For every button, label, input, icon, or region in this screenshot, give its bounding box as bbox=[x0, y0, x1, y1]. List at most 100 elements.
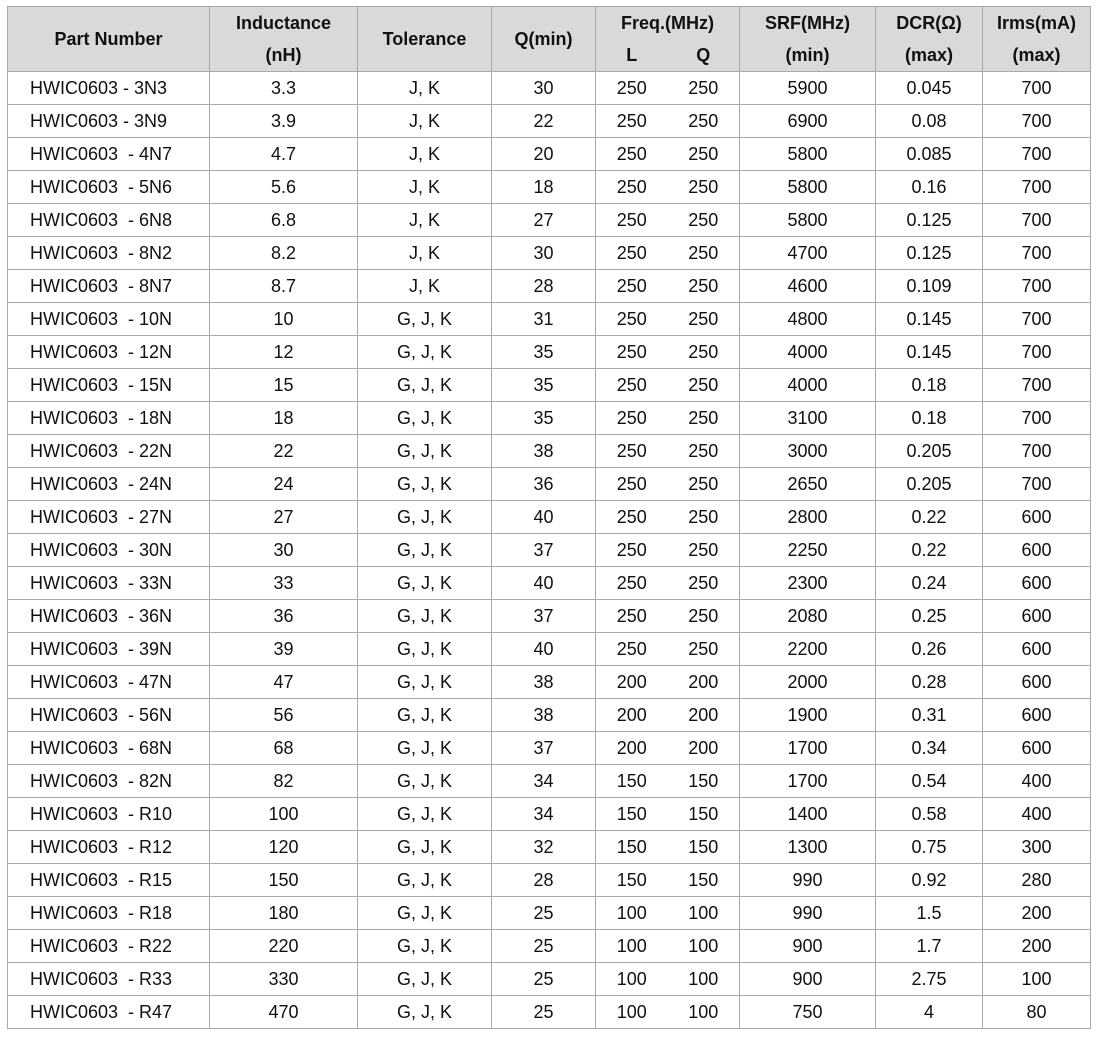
cell-freq-q: 250 bbox=[667, 500, 740, 534]
cell-freq-q: 250 bbox=[667, 137, 740, 171]
cell-tolerance: G, J, K bbox=[357, 302, 492, 336]
cell-srf: 2650 bbox=[739, 467, 876, 501]
cell-tolerance: G, J, K bbox=[357, 797, 492, 831]
cell-irms: 200 bbox=[982, 896, 1091, 930]
cell-freq-l: 250 bbox=[595, 203, 668, 237]
cell-q-min: 34 bbox=[491, 797, 596, 831]
cell-q-min: 25 bbox=[491, 962, 596, 996]
cell-irms: 700 bbox=[982, 335, 1091, 369]
cell-tolerance: J, K bbox=[357, 170, 492, 204]
cell-q-min: 20 bbox=[491, 137, 596, 171]
cell-freq-q: 250 bbox=[667, 170, 740, 204]
table-row: HWIC0603 - 6N8 6.8 J, K 27 250 250 5800 0.125 70… bbox=[7, 203, 1091, 237]
cell-srf: 2250 bbox=[739, 533, 876, 567]
cell-dcr: 0.28 bbox=[875, 665, 983, 699]
cell-dcr: 0.125 bbox=[875, 236, 983, 270]
cell-tolerance: J, K bbox=[357, 269, 492, 303]
cell-srf: 5800 bbox=[739, 203, 876, 237]
table-header: Part Number Inductance Tolerance Q(min) … bbox=[7, 6, 1091, 72]
table-row: HWIC0603 - 22N 22 G, J, K 38 250 250 3000 0.205… bbox=[7, 434, 1091, 468]
cell-dcr: 0.08 bbox=[875, 104, 983, 138]
cell-tolerance: G, J, K bbox=[357, 698, 492, 732]
cell-tolerance: G, J, K bbox=[357, 566, 492, 600]
cell-irms: 80 bbox=[982, 995, 1091, 1029]
cell-part-number: HWIC0603 - 5N6 bbox=[7, 170, 210, 204]
cell-inductance: 33 bbox=[209, 566, 358, 600]
table-row: HWIC0603 - 18N 18 G, J, K 35 250 250 3100 0.18 7… bbox=[7, 401, 1091, 435]
cell-part-number: HWIC0603 - R33 bbox=[7, 962, 210, 996]
cell-dcr: 0.92 bbox=[875, 863, 983, 897]
cell-freq-l: 150 bbox=[595, 764, 668, 798]
cell-q-min: 38 bbox=[491, 434, 596, 468]
cell-srf: 5800 bbox=[739, 137, 876, 171]
cell-part-number: HWIC0603 - 33N bbox=[7, 566, 210, 600]
cell-part-number: HWIC0603 - 22N bbox=[7, 434, 210, 468]
table-row: HWIC0603 - 56N 56 G, J, K 38 200 200 1900 0.31 6… bbox=[7, 698, 1091, 732]
cell-irms: 700 bbox=[982, 401, 1091, 435]
cell-freq-q: 250 bbox=[667, 302, 740, 336]
cell-q-min: 34 bbox=[491, 764, 596, 798]
cell-irms: 100 bbox=[982, 962, 1091, 996]
header-inductance-unit: (nH) bbox=[209, 39, 358, 72]
table-row: HWIC0603 - 68N 68 G, J, K 37 200 200 1700 0.34 6… bbox=[7, 731, 1091, 765]
cell-dcr: 0.18 bbox=[875, 401, 983, 435]
cell-freq-q: 250 bbox=[667, 368, 740, 402]
cell-srf: 4800 bbox=[739, 302, 876, 336]
cell-irms: 700 bbox=[982, 434, 1091, 468]
cell-inductance: 22 bbox=[209, 434, 358, 468]
cell-tolerance: J, K bbox=[357, 137, 492, 171]
cell-tolerance: G, J, K bbox=[357, 632, 492, 666]
cell-irms: 700 bbox=[982, 137, 1091, 171]
cell-q-min: 27 bbox=[491, 203, 596, 237]
cell-dcr: 0.26 bbox=[875, 632, 983, 666]
cell-freq-l: 200 bbox=[595, 731, 668, 765]
cell-tolerance: G, J, K bbox=[357, 995, 492, 1029]
cell-freq-q: 200 bbox=[667, 698, 740, 732]
cell-part-number: HWIC0603 - 10N bbox=[7, 302, 210, 336]
cell-inductance: 180 bbox=[209, 896, 358, 930]
cell-freq-l: 250 bbox=[595, 302, 668, 336]
cell-freq-q: 250 bbox=[667, 401, 740, 435]
cell-tolerance: G, J, K bbox=[357, 467, 492, 501]
cell-q-min: 40 bbox=[491, 632, 596, 666]
cell-srf: 5800 bbox=[739, 170, 876, 204]
table-row: HWIC0603 - 27N 27 G, J, K 40 250 250 2800 0.22 6… bbox=[7, 500, 1091, 534]
cell-part-number: HWIC0603 - R15 bbox=[7, 863, 210, 897]
cell-inductance: 8.2 bbox=[209, 236, 358, 270]
cell-part-number: HWIC0603 - 30N bbox=[7, 533, 210, 567]
cell-part-number: HWIC0603 - 27N bbox=[7, 500, 210, 534]
cell-irms: 700 bbox=[982, 368, 1091, 402]
cell-inductance: 150 bbox=[209, 863, 358, 897]
cell-tolerance: G, J, K bbox=[357, 533, 492, 567]
table-body: HWIC0603 - 3N3 3.3 J, K 30 250 250 5900 0.045 70… bbox=[7, 71, 1091, 1029]
cell-freq-l: 250 bbox=[595, 104, 668, 138]
cell-freq-l: 250 bbox=[595, 236, 668, 270]
cell-tolerance: G, J, K bbox=[357, 434, 492, 468]
cell-dcr: 0.205 bbox=[875, 434, 983, 468]
cell-dcr: 0.34 bbox=[875, 731, 983, 765]
cell-tolerance: G, J, K bbox=[357, 368, 492, 402]
cell-freq-l: 100 bbox=[595, 962, 668, 996]
cell-freq-q: 150 bbox=[667, 764, 740, 798]
table-row: HWIC0603 - 8N7 8.7 J, K 28 250 250 4600 0.109 70… bbox=[7, 269, 1091, 303]
cell-freq-q: 200 bbox=[667, 731, 740, 765]
cell-srf: 900 bbox=[739, 962, 876, 996]
cell-freq-l: 250 bbox=[595, 401, 668, 435]
cell-srf: 3100 bbox=[739, 401, 876, 435]
cell-srf: 3000 bbox=[739, 434, 876, 468]
cell-part-number: HWIC0603 - 56N bbox=[7, 698, 210, 732]
cell-dcr: 0.75 bbox=[875, 830, 983, 864]
header-dcr: DCR(Ω) bbox=[875, 6, 983, 39]
cell-freq-q: 100 bbox=[667, 962, 740, 996]
cell-freq-q: 250 bbox=[667, 566, 740, 600]
cell-part-number: HWIC0603 - R47 bbox=[7, 995, 210, 1029]
cell-srf: 1300 bbox=[739, 830, 876, 864]
header-q-min: Q(min) bbox=[491, 6, 596, 72]
cell-q-min: 22 bbox=[491, 104, 596, 138]
cell-inductance: 39 bbox=[209, 632, 358, 666]
cell-srf: 6900 bbox=[739, 104, 876, 138]
cell-tolerance: J, K bbox=[357, 236, 492, 270]
cell-irms: 700 bbox=[982, 236, 1091, 270]
cell-freq-q: 250 bbox=[667, 434, 740, 468]
cell-part-number: HWIC0603 - R22 bbox=[7, 929, 210, 963]
